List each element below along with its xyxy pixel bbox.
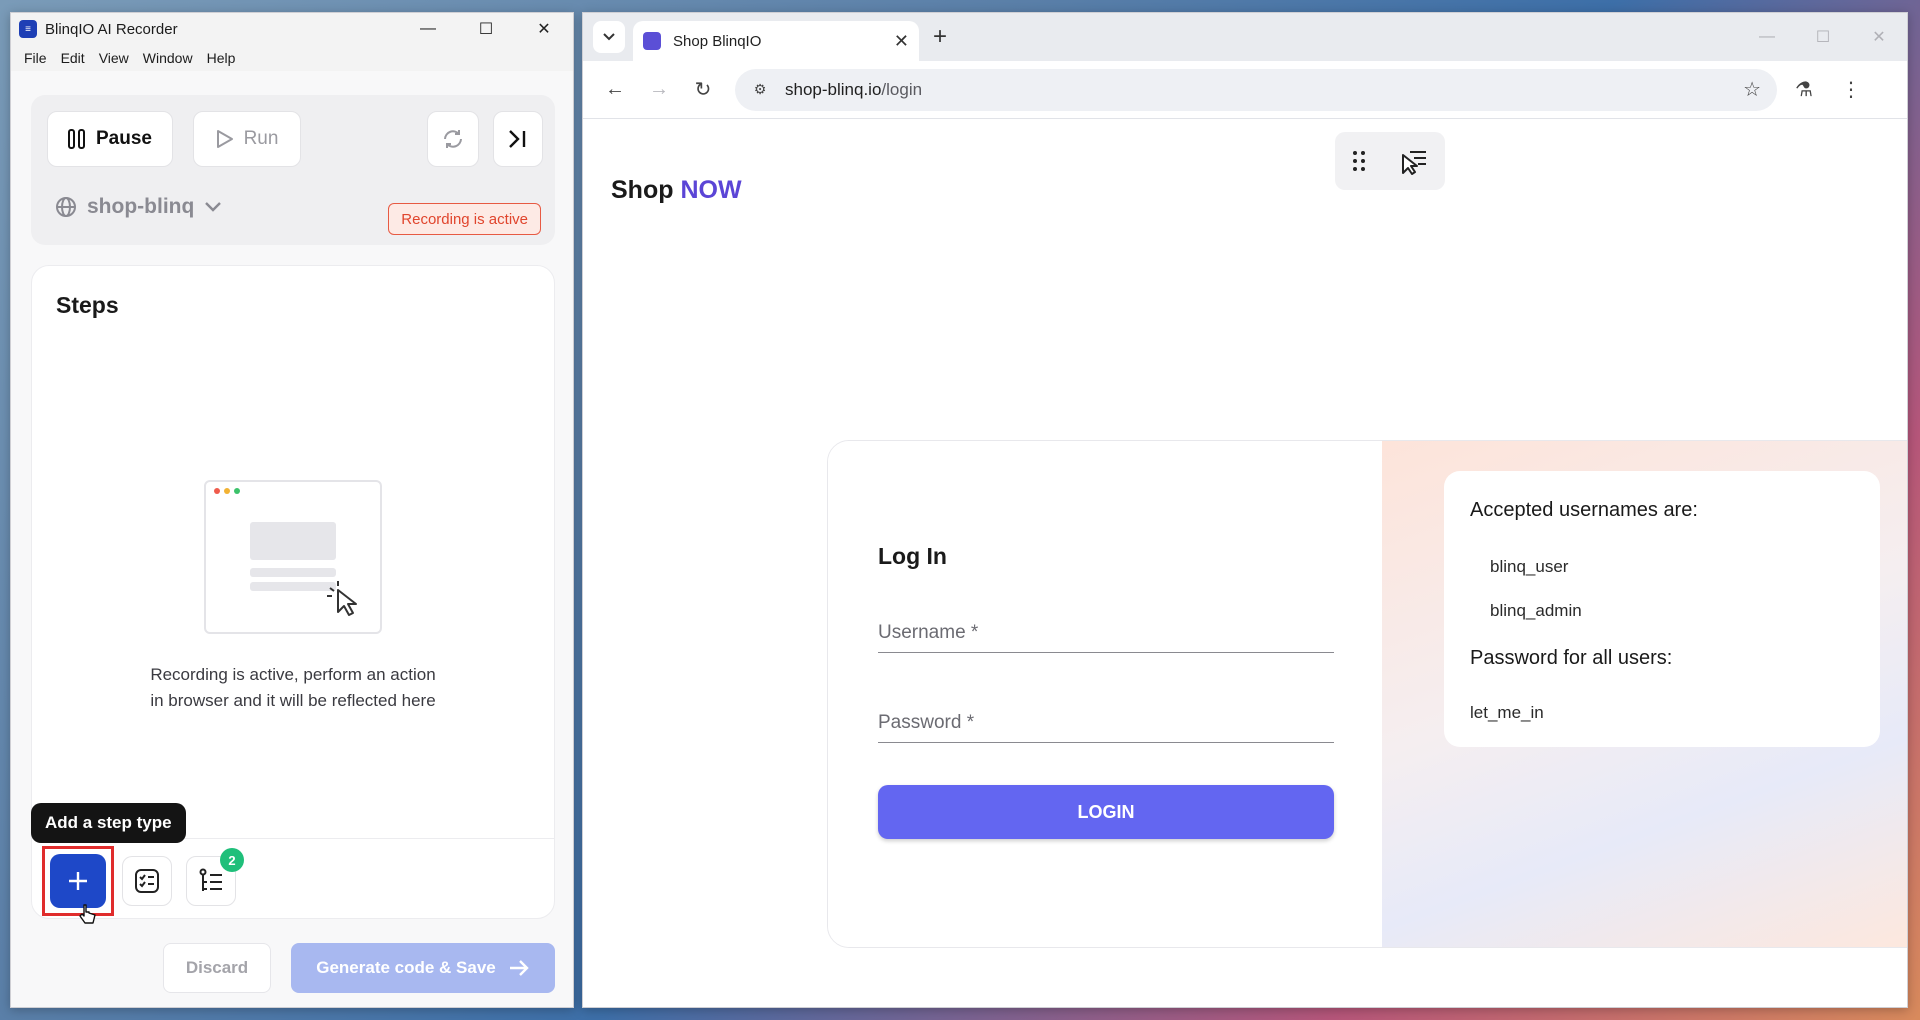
tab-strip: Shop BlinqIO ✕ + — ☐ ✕ [583,13,1907,61]
recorder-floating-toolbar[interactable] [1335,132,1445,190]
tab-shop-blinqio[interactable]: Shop BlinqIO ✕ [633,21,919,61]
steps-title: Steps [56,292,119,318]
more-icon[interactable]: ⋮ [1841,77,1861,102]
menu-file[interactable]: File [17,50,54,66]
tab-search-button[interactable] [593,21,625,53]
run-button[interactable]: Run [193,111,301,167]
login-title: Log In [878,543,947,569]
menu-edit[interactable]: Edit [54,50,92,66]
play-icon [216,130,233,148]
username-label: Username * [878,622,979,643]
checklist-button[interactable] [122,856,172,906]
password-value: let_me_in [1470,703,1544,722]
menu-help[interactable]: Help [200,50,243,66]
browser-toolbar: ← → ↻ ⚙ shop-blinq.io/login ☆ ⚗ ⋮ [583,61,1907,119]
login-button[interactable]: LOGIN [878,785,1334,839]
add-step-tooltip: Add a step type [31,803,186,843]
star-icon[interactable]: ☆ [1743,77,1761,102]
add-step-button[interactable] [50,854,106,908]
username-field[interactable]: Username * [878,611,1334,653]
close-icon[interactable]: ✕ [1851,13,1907,61]
hand-pointer-icon [79,904,96,924]
run-label: Run [243,128,279,149]
drag-handle-icon[interactable] [1352,150,1366,172]
skip-end-icon [509,130,526,148]
project-name: shop-blinq [87,195,195,218]
empty-state-text: Recording is active, perform an action i… [32,662,554,714]
empty-line-1: Recording is active, perform an action [150,665,436,684]
login-form: Log In Username * Password * LOGIN [828,441,1382,947]
reload-icon[interactable]: ↻ [685,72,721,108]
new-tab-icon[interactable]: + [933,23,947,51]
empty-state-illustration [204,480,382,634]
recording-status-badge: Recording is active [388,203,541,235]
window-title: BlinqIO AI Recorder [45,20,178,38]
steps-list-icon [199,868,222,891]
url-path: /login [881,79,923,99]
password-heading: Password for all users: [1470,647,1673,669]
recorder-window: ≡ BlinqIO AI Recorder — ☐ ✕ File Edit Vi… [10,12,574,1008]
close-icon[interactable]: ✕ [515,13,573,45]
empty-line-2: in browser and it will be reflected here [150,691,436,710]
menu-window[interactable]: Window [136,50,200,66]
minimize-icon[interactable]: — [399,13,457,45]
address-bar[interactable]: ⚙ shop-blinq.io/login ☆ [735,68,1777,111]
plus-icon [69,872,87,890]
chevron-down-icon [205,202,222,212]
pause-icon [68,129,85,149]
url-host: shop-blinq.io [785,79,882,99]
chevron-down-icon [603,33,615,41]
cursor-click-icon [327,581,357,616]
checklist-icon [135,869,159,893]
menu-view[interactable]: View [92,50,136,66]
arrow-right-icon [509,960,529,976]
username-item: blinq_user [1490,557,1569,576]
favicon-icon [643,32,661,50]
logo-accent: NOW [680,176,742,204]
labs-icon[interactable]: ⚗ [1795,77,1813,102]
login-section: Log In Username * Password * LOGIN Accep… [827,440,1907,948]
site-logo[interactable]: Shop NOW [611,176,742,205]
url-text: shop-blinq.io/login [785,80,922,100]
skip-to-end-button[interactable] [493,111,543,167]
pause-button[interactable]: Pause [47,111,173,167]
accepted-usernames-heading: Accepted usernames are: [1470,499,1698,521]
project-selector[interactable]: shop-blinq [55,195,222,219]
browser-window: Shop BlinqIO ✕ + — ☐ ✕ ← → ↻ ⚙ shop-blin… [582,12,1908,1008]
app-icon: ≡ [19,20,37,38]
pause-label: Pause [96,128,152,149]
minimize-icon[interactable]: — [1739,13,1795,61]
tab-title: Shop BlinqIO [673,32,762,50]
password-label: Password * [878,712,975,733]
logo-main: Shop [611,176,674,204]
menubar: File Edit View Window Help [11,45,573,71]
steps-count-badge: 2 [220,848,244,872]
control-card: Pause Run shop-blinq Recording is active [31,95,555,245]
credentials-card: Accepted usernames are: blinq_user blinq… [1444,471,1880,747]
back-icon[interactable]: ← [597,72,633,108]
site-settings-icon[interactable]: ⚙ [747,77,773,103]
generate-code-save-button[interactable]: Generate code & Save [291,943,555,993]
credentials-panel: Accepted usernames are: blinq_user blinq… [1382,441,1907,947]
username-item: blinq_admin [1490,601,1582,620]
refresh-button[interactable] [427,111,479,167]
recorder-pointer-icon[interactable] [1400,147,1428,175]
globe-icon [56,197,76,217]
forward-icon[interactable]: → [641,72,677,108]
recorder-titlebar: ≡ BlinqIO AI Recorder — ☐ ✕ [11,13,573,45]
discard-button[interactable]: Discard [163,943,271,993]
tab-close-icon[interactable]: ✕ [894,31,909,52]
web-page: Shop NOW Log In Username * Password * LO… [583,120,1907,1007]
generate-label: Generate code & Save [316,958,496,977]
refresh-icon [444,130,462,148]
password-field[interactable]: Password * [878,701,1334,743]
maximize-icon[interactable]: ☐ [1795,13,1851,61]
maximize-icon[interactable]: ☐ [457,13,515,45]
